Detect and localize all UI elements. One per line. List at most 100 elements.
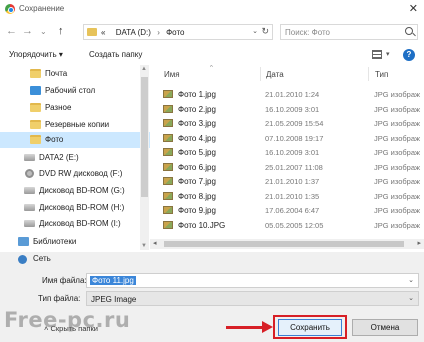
file-name: Фото 5.jpg [178, 148, 216, 157]
column-date[interactable]: Дата [266, 70, 284, 79]
tree-item-bd-i[interactable]: Дисковод BD-ROM (I:) [0, 216, 150, 232]
navigation-bar: ← → ⌄ ↑ « DATA (D:) › Фото ⌄ ↻ Поиск: Фо… [0, 22, 424, 42]
chevron-down-icon[interactable]: ⌄ [408, 276, 414, 284]
table-row[interactable]: Фото 8.jpg 21.01.2010 1:35 JPG изображ [150, 189, 424, 204]
scroll-up-icon[interactable]: ▲ [141, 66, 147, 72]
file-date: 21.01.2010 1:35 [265, 191, 320, 201]
table-row[interactable]: Фото 2.jpg 16.10.2009 3:01 JPG изображ [150, 102, 424, 117]
dvd-icon [25, 169, 34, 178]
file-type: JPG изображ [374, 206, 421, 215]
tree-item-label: Дисковод BD-ROM (I:) [39, 219, 121, 228]
tree-scrollbar[interactable]: ▲ ▼ [140, 65, 149, 250]
folder-icon [30, 103, 41, 112]
tree-item-libraries[interactable]: Библиотеки [0, 234, 150, 250]
breadcrumb-overflow[interactable]: « [101, 28, 105, 37]
column-header-row: ^ Имя Дата Тип [150, 65, 424, 83]
tree-item-backups[interactable]: Резервные копии [0, 117, 150, 133]
table-row[interactable]: Фото 10.JPG 05.05.2005 12:05 JPG изображ [150, 218, 424, 233]
tree-item-foto[interactable]: Фото [0, 132, 150, 148]
file-name: Фото 3.jpg [178, 119, 216, 128]
file-date: 16.10.2009 3:01 [265, 104, 320, 114]
filetype-label: Тип файла: [38, 294, 81, 303]
search-input[interactable]: Поиск: Фото [280, 24, 418, 40]
breadcrumb-drive[interactable]: DATA (D:) [116, 28, 151, 37]
table-row[interactable]: Фото 1.jpg 21.01.2010 1:24 JPG изображ [150, 87, 424, 102]
drive-icon [24, 220, 35, 227]
file-name: Фото 2.jpg [178, 104, 216, 114]
organize-menu[interactable]: Упорядочить ▾ [9, 50, 63, 59]
tree-item-bd-h[interactable]: Дисковод BD-ROM (H:) [0, 200, 150, 216]
up-button[interactable]: ↑ [58, 25, 64, 37]
new-folder-button[interactable]: Создать папку [89, 50, 142, 59]
chevron-down-icon[interactable]: ⌄ [408, 294, 414, 302]
column-name[interactable]: Имя [164, 70, 180, 79]
scrollbar-thumb[interactable] [164, 241, 404, 247]
file-name: Фото 1.jpg [178, 90, 216, 99]
tree-item-dvd[interactable]: DVD RW дисковод (F:) [0, 166, 150, 182]
folder-icon [87, 28, 97, 36]
navigation-pane: Почта Рабочий стол Разное Резервные копи… [0, 65, 150, 250]
breadcrumb-folder[interactable]: Фото [166, 28, 184, 37]
file-type: JPG изображ [374, 177, 421, 186]
drive-icon [24, 204, 35, 211]
image-file-icon [163, 133, 173, 142]
table-row[interactable]: Фото 9.jpg 17.06.2004 6:47 JPG изображ [150, 203, 424, 218]
horizontal-scrollbar[interactable]: ◂ ▸ [150, 239, 424, 249]
tree-item-label: Дисковод BD-ROM (H:) [39, 203, 125, 212]
view-options-icon[interactable] [372, 50, 382, 59]
filename-field[interactable]: Фото 11.jpg ⌄ [86, 273, 419, 288]
save-button[interactable]: Сохранить [278, 319, 342, 336]
recent-locations-dropdown[interactable]: ⌄ [40, 26, 47, 38]
forward-button[interactable]: → [22, 25, 33, 37]
watermark: Free-pc.ru [4, 308, 131, 332]
back-button[interactable]: ← [6, 25, 17, 37]
file-type: JPG изображ [374, 220, 421, 230]
column-divider[interactable] [368, 67, 369, 81]
network-icon [18, 255, 27, 264]
cancel-button[interactable]: Отмена [352, 319, 418, 336]
table-row[interactable]: Фото 7.jpg 21.01.2010 1:37 JPG изображ [150, 174, 424, 189]
filename-value: Фото 11.jpg [90, 276, 136, 285]
column-divider[interactable] [260, 67, 261, 81]
file-type: JPG изображ [374, 119, 421, 128]
scrollbar-thumb[interactable] [141, 77, 148, 197]
help-icon[interactable]: ? [403, 49, 415, 61]
file-type: JPG изображ [374, 90, 421, 99]
file-list: ^ Имя Дата Тип Фото 1.jpg 21.01.2010 1:24… [150, 65, 424, 250]
tree-item-pochta[interactable]: Почта [0, 66, 150, 82]
tree-item-network-row[interactable]: Сеть [0, 252, 424, 274]
table-row[interactable]: Фото 5.jpg 16.10.2009 3:01 JPG изображ [150, 145, 424, 160]
folder-icon [30, 69, 41, 78]
annotation-arrow [226, 326, 266, 329]
scroll-left-icon[interactable]: ◂ [153, 239, 157, 247]
refresh-icon[interactable]: ↻ [261, 26, 269, 37]
tree-item-bd-g[interactable]: Дисковод BD-ROM (G:) [0, 183, 150, 199]
scroll-down-icon[interactable]: ▼ [141, 243, 147, 249]
address-bar[interactable]: « DATA (D:) › Фото ⌄ ↻ [83, 24, 273, 40]
tree-item-label: Разное [45, 103, 72, 112]
table-row[interactable]: Фото 4.jpg 07.10.2008 19:17 JPG изображ [150, 131, 424, 146]
chevron-down-icon[interactable]: ⌄ [252, 27, 258, 35]
table-row[interactable]: Фото 3.jpg 21.05.2009 15:54 JPG изображ [150, 116, 424, 131]
image-file-icon [163, 148, 173, 156]
tree-item-data2[interactable]: DATA2 (E:) [0, 150, 150, 166]
view-dropdown[interactable]: ▾ [386, 50, 390, 58]
tree-item-label: Рабочий стол [45, 86, 96, 95]
table-row[interactable]: Фото 6.jpg 25.01.2007 11:08 JPG изображ [150, 160, 424, 175]
close-button[interactable]: ✕ [409, 2, 418, 15]
scroll-right-icon[interactable]: ▸ [417, 239, 421, 247]
tree-item-label: DVD RW дисковод (F:) [39, 169, 123, 178]
tree-item-label: Резервные копии [45, 120, 110, 129]
image-file-icon [163, 206, 173, 214]
image-file-icon [163, 220, 173, 229]
file-date: 16.10.2009 3:01 [265, 148, 320, 157]
file-type: JPG изображ [374, 104, 421, 114]
image-file-icon [163, 104, 173, 113]
column-type[interactable]: Тип [375, 70, 388, 79]
image-file-icon [163, 90, 173, 98]
file-date: 07.10.2008 19:17 [265, 133, 324, 143]
filetype-select[interactable]: JPEG Image ⌄ [86, 291, 419, 306]
tree-item-desktop[interactable]: Рабочий стол [0, 83, 150, 99]
tree-item-label: Дисковод BD-ROM (G:) [39, 186, 125, 195]
tree-item-raznoe[interactable]: Разное [0, 100, 150, 116]
